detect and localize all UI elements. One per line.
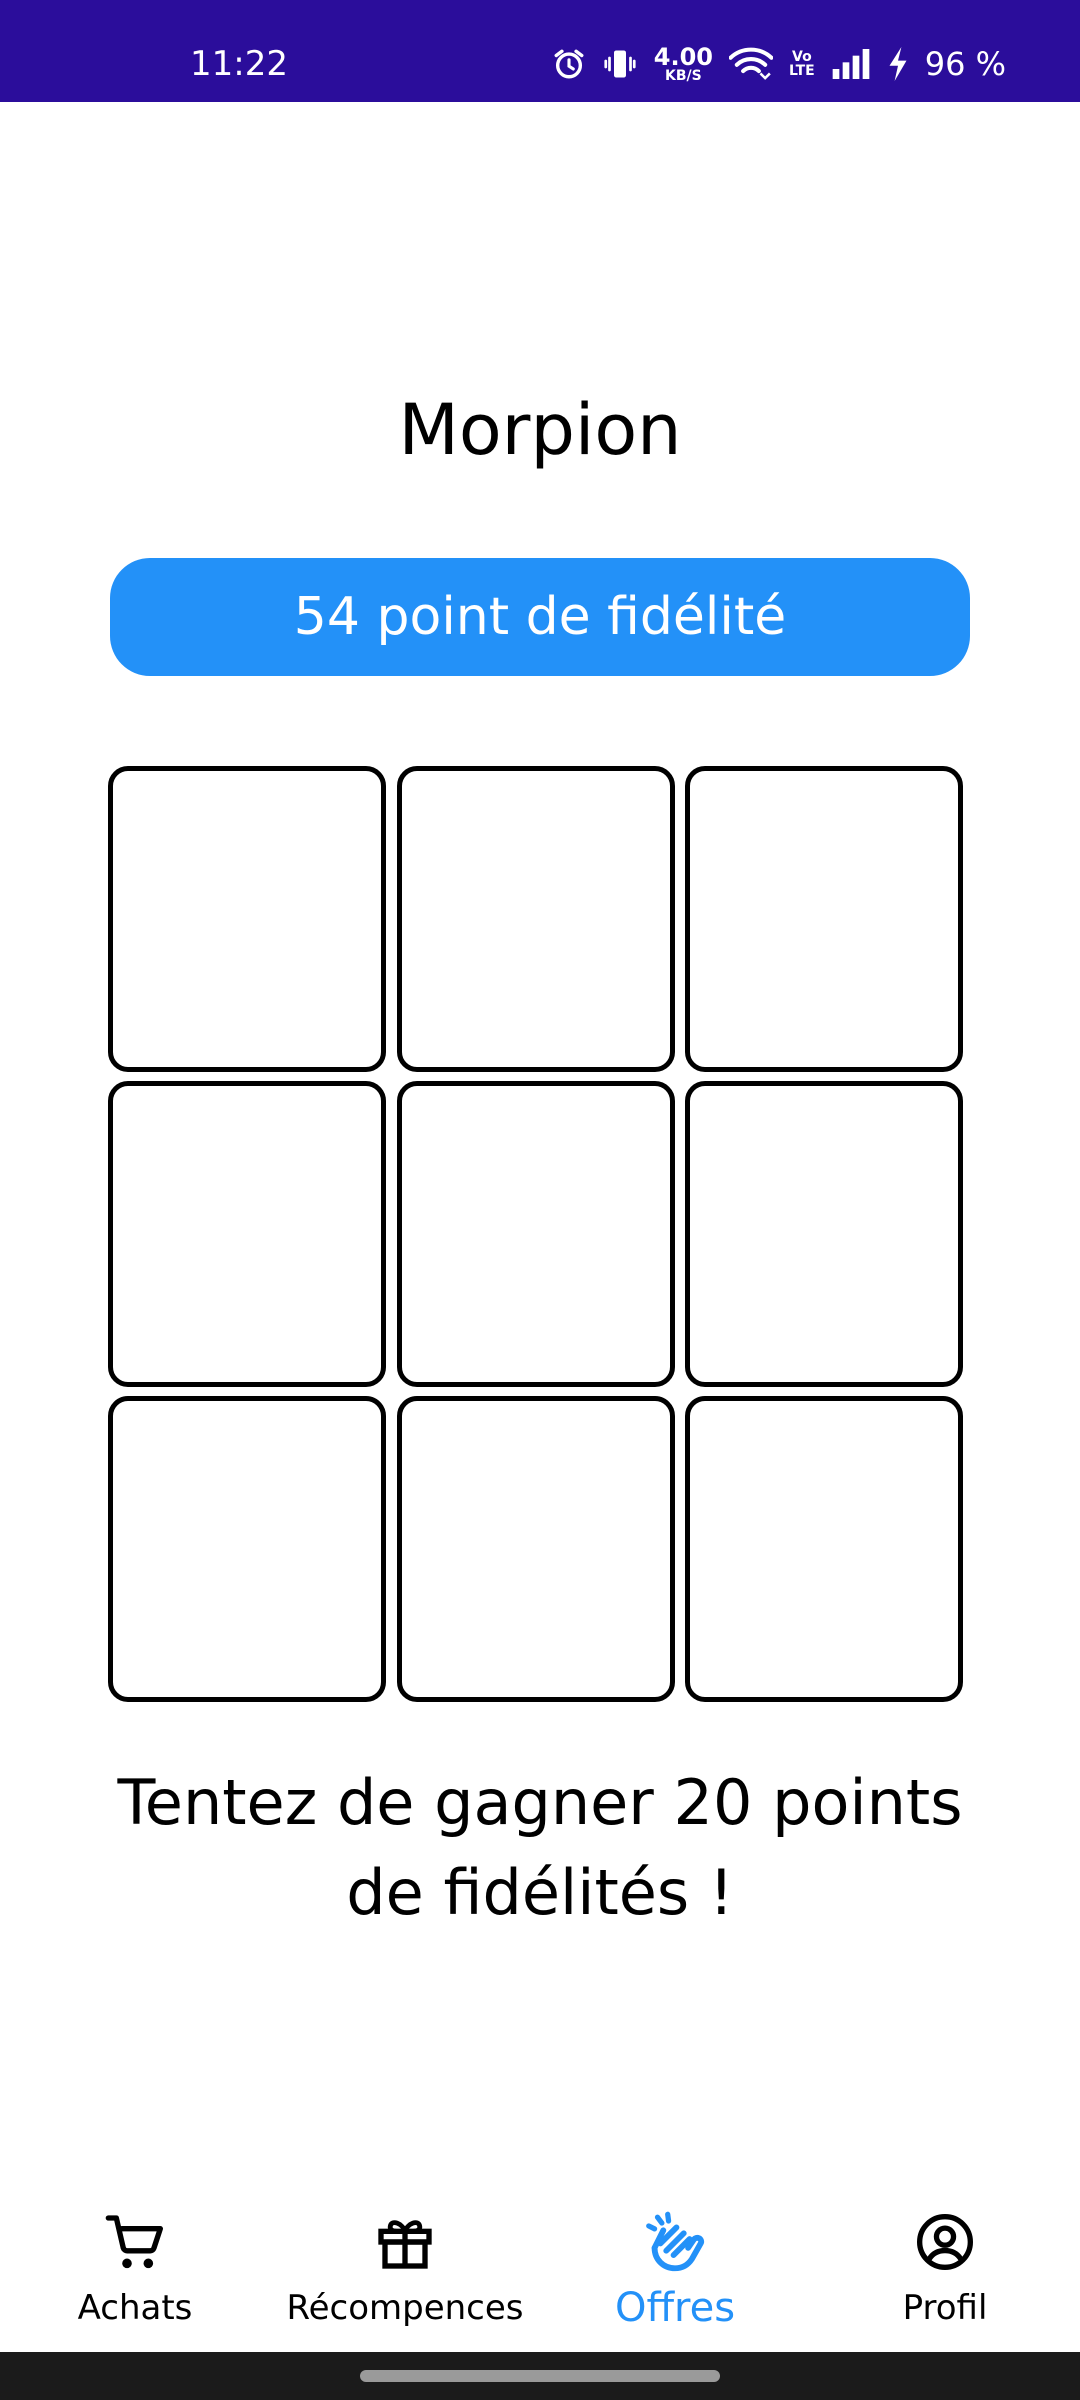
gift-icon xyxy=(369,2206,441,2278)
bottom-navigation: Achats Récompences Offres Profil xyxy=(0,2176,1080,2352)
tic-tac-toe-board xyxy=(108,766,972,1710)
alarm-icon xyxy=(552,47,586,81)
nav-item-achats[interactable]: Achats xyxy=(0,2206,270,2336)
nav-label-achats: Achats xyxy=(77,2288,193,2328)
board-cell-3-2[interactable] xyxy=(397,1396,675,1702)
board-cell-1-3[interactable] xyxy=(685,766,963,1072)
profile-icon xyxy=(909,2206,981,2278)
charging-icon xyxy=(887,47,909,81)
status-bar: 11:22 4.00 KB/S Vo LTE 96 % xyxy=(0,0,1080,102)
promo-text: Tentez de gagner 20 points de fidélités … xyxy=(117,1766,963,1929)
nav-label-recompences: Récompences xyxy=(286,2288,524,2328)
offers-hand-icon xyxy=(639,2206,711,2278)
net-speed-value: 4.00 xyxy=(653,43,713,71)
status-icons: 4.00 KB/S Vo LTE 96 % xyxy=(552,44,1006,84)
volte-top: Vo xyxy=(792,49,812,65)
signal-icon xyxy=(831,47,871,81)
system-gesture-bar xyxy=(0,2352,1080,2400)
board-cell-2-2[interactable] xyxy=(397,1081,675,1387)
nav-label-profil: Profil xyxy=(902,2288,988,2328)
nav-item-offres[interactable]: Offres xyxy=(540,2206,810,2336)
nav-item-recompences[interactable]: Récompences xyxy=(270,2206,540,2336)
board-cell-1-2[interactable] xyxy=(397,766,675,1072)
loyalty-points-badge: 54 point de fidélité xyxy=(110,558,970,676)
volte-bottom: LTE xyxy=(788,63,815,79)
vibrate-icon xyxy=(602,46,638,82)
board-cell-3-1[interactable] xyxy=(108,1396,386,1702)
board-cell-2-1[interactable] xyxy=(108,1081,386,1387)
net-speed: 4.00 KB/S xyxy=(654,45,713,83)
nav-item-profil[interactable]: Profil xyxy=(810,2206,1080,2336)
cart-icon xyxy=(99,2206,171,2278)
volte-indicator: Vo LTE xyxy=(789,50,815,78)
nav-label-offres: Offres xyxy=(614,2285,736,2331)
status-time: 11:22 xyxy=(190,44,288,84)
net-speed-unit: KB/S xyxy=(665,68,702,84)
board-cell-3-3[interactable] xyxy=(685,1396,963,1702)
page-title: Morpion xyxy=(398,389,682,471)
board-cell-2-3[interactable] xyxy=(685,1081,963,1387)
board-cell-1-1[interactable] xyxy=(108,766,386,1072)
battery-percentage: 96 % xyxy=(924,45,1006,83)
wifi-icon xyxy=(728,46,773,82)
home-gesture-handle[interactable] xyxy=(360,2370,720,2382)
